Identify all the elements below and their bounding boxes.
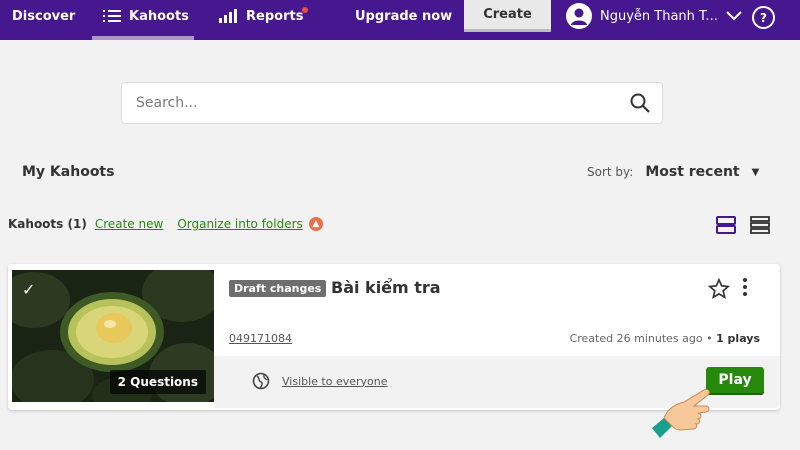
- created-time: Created 26 minutes ago: [569, 332, 703, 345]
- question-count-badge: 2 Questions: [109, 370, 206, 394]
- nav-reports-label: Reports: [246, 8, 304, 24]
- search-input[interactable]: Search...: [121, 82, 663, 124]
- nav-reports[interactable]: Reports: [218, 0, 308, 32]
- chevron-down-icon: [726, 11, 742, 21]
- caret-down-icon: ▼: [751, 166, 760, 178]
- notification-dot: [302, 7, 308, 13]
- page-title: My Kahoots: [22, 164, 115, 180]
- sort-dropdown[interactable]: Sort by: Most recent ▼: [587, 164, 759, 180]
- kahoot-title[interactable]: Bài kiểm tra: [331, 278, 441, 297]
- kahoots-count: Kahoots (1): [8, 217, 87, 231]
- more-options-icon[interactable]: [742, 278, 748, 296]
- draft-badge: Draft changes: [229, 280, 327, 297]
- help-button[interactable]: ?: [752, 6, 775, 29]
- nav-upgrade-label: Upgrade now: [355, 8, 453, 24]
- avatar: [566, 3, 592, 29]
- kahoot-pin-link[interactable]: 049171084: [229, 332, 292, 345]
- kahoot-thumbnail[interactable]: ✓ 2 Questions: [12, 270, 214, 402]
- top-navigation: Discover Kahoots Reports Upgrade now Cre…: [0, 0, 800, 40]
- search-icon[interactable]: [630, 93, 650, 113]
- nav-discover-label: Discover: [12, 8, 76, 24]
- select-checkmark-icon[interactable]: ✓: [22, 280, 35, 299]
- sort-value: Most recent: [645, 164, 740, 180]
- user-name: Nguyễn Thanh T...: [600, 8, 718, 24]
- help-icon: ?: [760, 10, 767, 25]
- pointing-hand-icon: [652, 389, 710, 438]
- visibility-link[interactable]: Visible to everyone: [252, 372, 388, 390]
- nav-kahoots-label: Kahoots: [129, 8, 189, 24]
- nav-upgrade[interactable]: Upgrade now: [355, 0, 452, 32]
- organize-folders-link[interactable]: Organize into folders: [177, 217, 302, 231]
- nav-discover[interactable]: Discover: [12, 0, 75, 32]
- create-new-link[interactable]: Create new: [95, 217, 164, 231]
- premium-fire-icon: ▲: [308, 217, 323, 231]
- kahoot-meta: Created 26 minutes ago • 1 plays: [569, 332, 760, 345]
- user-icon: [571, 8, 587, 25]
- kahoots-toolbar: Kahoots (1) Create new Organize into fol…: [8, 217, 323, 231]
- visibility-label: Visible to everyone: [282, 374, 388, 388]
- nav-kahoots[interactable]: Kahoots: [103, 0, 189, 32]
- create-button[interactable]: Create: [464, 0, 551, 32]
- list-view-icon[interactable]: [750, 215, 770, 235]
- play-count: 1 plays: [716, 332, 760, 345]
- sort-label: Sort by:: [587, 165, 634, 179]
- search-placeholder: Search...: [136, 95, 198, 111]
- star-icon[interactable]: [708, 278, 730, 300]
- list-icon: [103, 10, 121, 22]
- card-view-icon[interactable]: [716, 215, 736, 235]
- user-menu[interactable]: Nguyễn Thanh T...: [566, 0, 742, 32]
- globe-icon: [252, 372, 270, 390]
- bar-chart-icon: [219, 9, 237, 23]
- active-tab-indicator: [92, 36, 194, 40]
